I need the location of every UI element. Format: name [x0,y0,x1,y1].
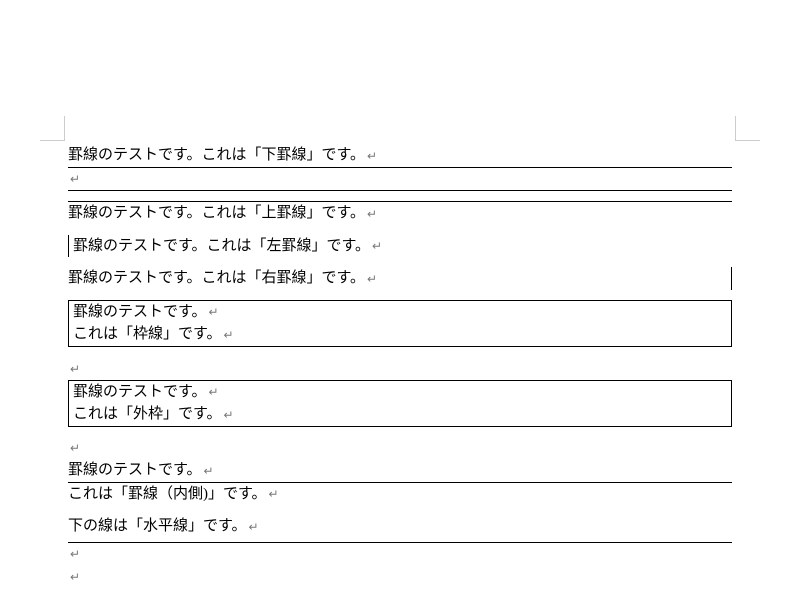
empty-line [68,543,732,566]
margin-marker-top-right [735,116,760,141]
paragraph-bottom-border: 罫線のテストです。これは「下罫線」です。 [68,144,732,191]
paragraph-box-border: 罫線のテストです。 これは「枠線」です。 [68,300,732,347]
document-body: 罫線のテストです。これは「下罫線」です。 罫線のテストです。これは「上罫線」です… [68,144,732,598]
paragraph-right-border: 罫線のテストです。これは「右罫線」です。 [68,267,732,290]
line-right-border: 罫線のテストです。これは「右罫線」です。 [68,267,732,290]
line-outer-2: これは「外枠」です。 [73,403,727,426]
empty-line [68,168,732,192]
paragraph-top-border: 罫線のテストです。これは「上罫線」です。 [68,201,732,225]
line-outer-1: 罫線のテストです。 [73,381,727,404]
line-box-1: 罫線のテストです。 [73,301,727,324]
paragraph-horizontal-rule: 下の線は「水平線」です。 [68,515,732,588]
line-bottom-border: 罫線のテストです。これは「下罫線」です。 [68,144,732,168]
line-box-2: これは「枠線」です。 [73,323,727,346]
line-inner-2: これは「罫線（内側)」です。 [68,483,732,506]
paragraph-left-border: 罫線のテストです。これは「左罫線」です。 [68,235,732,258]
paragraph-outer-border: 罫線のテストです。 これは「外枠」です。 [68,380,732,427]
empty-line [68,357,732,380]
document-page: 罫線のテストです。これは「下罫線」です。 罫線のテストです。これは「上罫線」です… [0,0,800,600]
line-top-border: 罫線のテストです。これは「上罫線」です。 [68,201,732,225]
line-left-border: 罫線のテストです。これは「左罫線」です。 [68,235,732,258]
empty-line [68,565,732,588]
empty-line [68,437,732,460]
line-inner-1: 罫線のテストです。 [68,459,732,483]
paragraph-inner-border: 罫線のテストです。 これは「罫線（内側)」です。 [68,459,732,505]
line-horizontal-text: 下の線は「水平線」です。 [68,515,732,538]
margin-marker-top-left [40,116,65,141]
